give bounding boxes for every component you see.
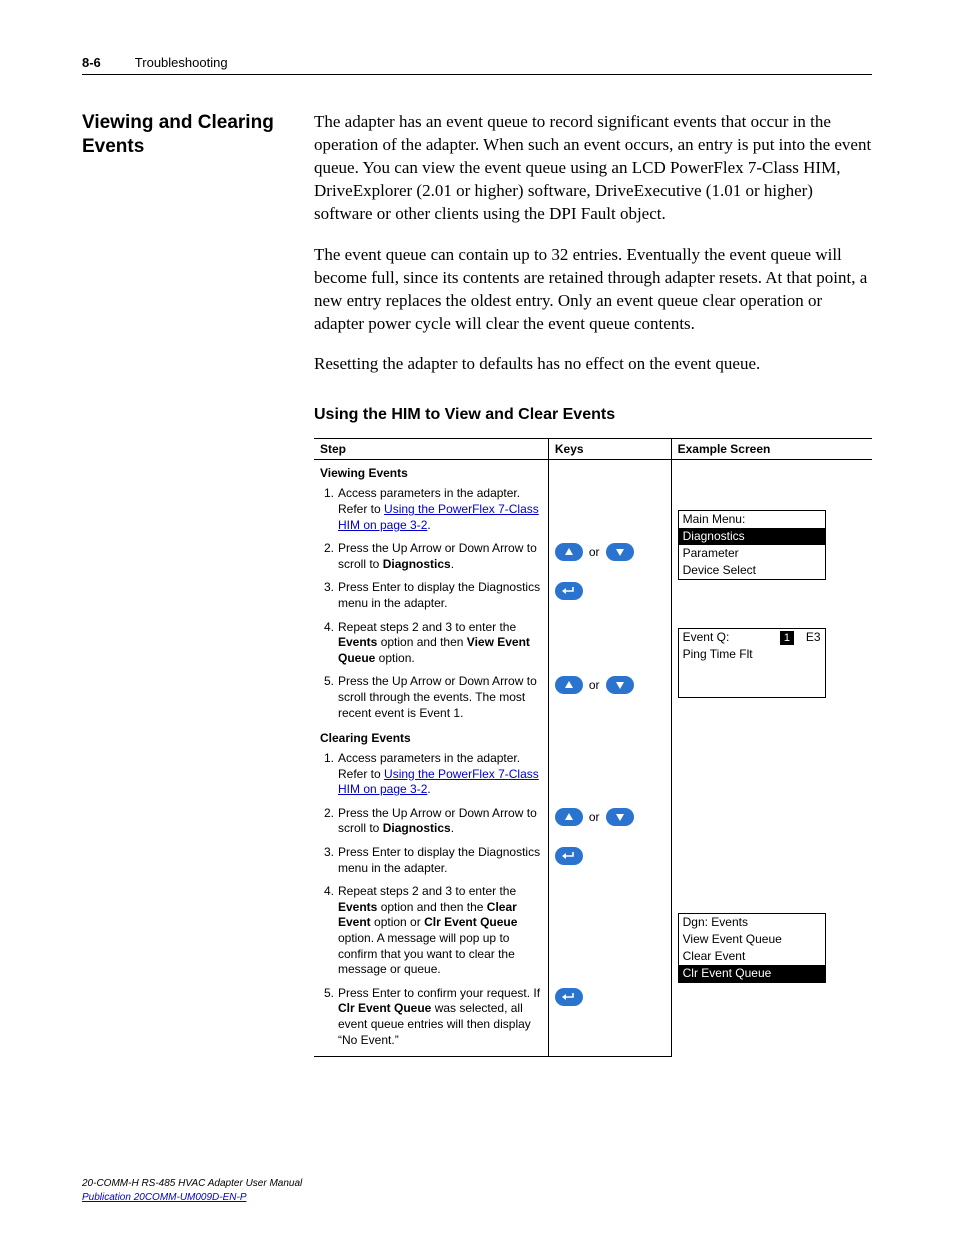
viewing-heading: Viewing Events xyxy=(314,460,548,483)
lcd-eq-code: E3 xyxy=(806,630,821,645)
clear-step-3: Press Enter to display the Diagnostics m… xyxy=(338,845,542,876)
view-step-1: Access parameters in the adapter. Refer … xyxy=(338,486,542,533)
up-arrow-key-icon xyxy=(555,543,583,561)
view-step-2: Press the Up Arrow or Down Arrow to scro… xyxy=(338,541,542,572)
paragraph-1: The adapter has an event queue to record… xyxy=(314,111,872,226)
steps-table: Step Keys Example Screen Viewing Events … xyxy=(314,438,872,1057)
view-step-5: Press the Up Arrow or Down Arrow to scro… xyxy=(338,674,542,721)
view-step-4: Repeat steps 2 and 3 to enter the Events… xyxy=(338,620,542,667)
lcd-line: Parameter xyxy=(679,545,825,562)
down-arrow-key-icon xyxy=(606,543,634,561)
lcd-line-selected: Clr Event Queue xyxy=(679,965,825,982)
col-keys: Keys xyxy=(548,439,671,460)
clearing-heading: Clearing Events xyxy=(314,725,548,747)
footer-manual-title: 20-COMM-H RS-485 HVAC Adapter User Manua… xyxy=(82,1177,872,1191)
lcd-line: Clear Event xyxy=(679,948,825,965)
or-label: or xyxy=(589,545,600,559)
page-footer: 20-COMM-H RS-485 HVAC Adapter User Manua… xyxy=(82,1177,872,1205)
lcd-line-selected: Diagnostics xyxy=(679,528,825,545)
down-arrow-key-icon xyxy=(606,808,634,826)
footer-publication-link[interactable]: Publication 20COMM-UM009D-EN-P xyxy=(82,1192,247,1203)
up-arrow-key-icon xyxy=(555,676,583,694)
clear-step-4: Repeat steps 2 and 3 to enter the Events… xyxy=(338,884,542,978)
page-number: 8-6 xyxy=(82,55,101,70)
col-step: Step xyxy=(314,439,548,460)
enter-key-icon xyxy=(555,847,583,865)
lcd-line: Main Menu: xyxy=(679,511,825,528)
lcd-line: Ping Time Flt xyxy=(679,646,825,663)
up-arrow-key-icon xyxy=(555,808,583,826)
or-label: or xyxy=(589,678,600,692)
lcd-line: Device Select xyxy=(679,562,825,579)
lcd-line: Dgn: Events xyxy=(679,914,825,931)
enter-key-icon xyxy=(555,988,583,1006)
or-label: or xyxy=(589,810,600,824)
lcd-eq-num: 1 xyxy=(780,631,794,645)
col-example: Example Screen xyxy=(671,439,872,460)
lcd-event-queue: Event Q: 1 E3 Ping Time Flt xyxy=(678,628,826,698)
lcd-eq-label: Event Q: xyxy=(683,630,730,645)
clear-step-5: Press Enter to confirm your request. If … xyxy=(338,986,542,1048)
view-step-3: Press Enter to display the Diagnostics m… xyxy=(338,580,542,611)
lcd-line: View Event Queue xyxy=(679,931,825,948)
down-arrow-key-icon xyxy=(606,676,634,694)
paragraph-3: Resetting the adapter to defaults has no… xyxy=(314,353,872,376)
clear-step-1: Access parameters in the adapter. Refer … xyxy=(338,751,542,798)
page-header: 8-6 Troubleshooting xyxy=(82,55,872,75)
enter-key-icon xyxy=(555,582,583,600)
section-name: Troubleshooting xyxy=(135,55,228,70)
side-heading: Viewing and Clearing Events xyxy=(82,111,292,159)
lcd-dgn-events: Dgn: Events View Event Queue Clear Event… xyxy=(678,913,826,983)
clear-step-2: Press the Up Arrow or Down Arrow to scro… xyxy=(338,806,542,837)
sub-heading: Using the HIM to View and Clear Events xyxy=(314,406,872,424)
lcd-main-menu: Main Menu: Diagnostics Parameter Device … xyxy=(678,510,826,580)
paragraph-2: The event queue can contain up to 32 ent… xyxy=(314,244,872,336)
